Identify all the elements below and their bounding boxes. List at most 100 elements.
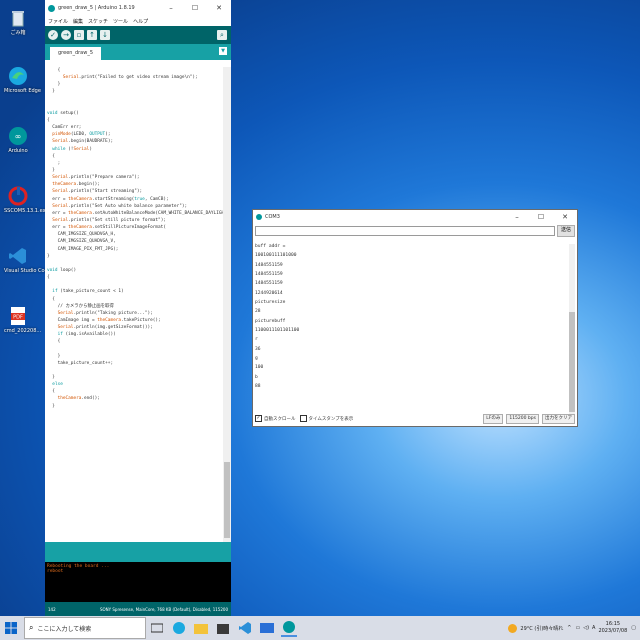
save-icon[interactable]: ↓	[100, 30, 110, 40]
desktop-icon-recycle-bin[interactable]: ごみ箱	[4, 8, 32, 36]
open-icon[interactable]: ↑	[87, 30, 97, 40]
minimize-icon[interactable]: –	[159, 4, 183, 12]
edge-taskbar-icon[interactable]	[171, 620, 187, 636]
windows-start-icon[interactable]	[3, 620, 19, 636]
maximize-icon[interactable]: ☐	[183, 4, 207, 12]
board-info: SONY Spresense, MainCore, 768 KB (Defaul…	[99, 606, 228, 612]
search-icon: ⌕	[29, 623, 34, 632]
code-line: Serial.println(img.getSizeFormat());	[57, 325, 153, 331]
code-line: if (take_picture_count < 1)	[52, 289, 124, 295]
code-line: theCamera.begin();	[52, 182, 100, 188]
code-editor[interactable]: { Serial.print("Failed to get video stre…	[45, 67, 223, 542]
code-line: CAM_IMAGE_PIX_FMT_JPG);	[47, 246, 119, 252]
code-line: if (img.isAvailable())	[57, 332, 116, 338]
serial-output-line: 88	[255, 384, 261, 390]
serial-output-line: 1484551159	[255, 262, 283, 268]
serial-output-line: buff addr =	[255, 244, 286, 249]
code-line: Serial.begin(BAUDRATE);	[52, 139, 114, 145]
code-line: else	[52, 382, 63, 388]
close-icon[interactable]: ✕	[207, 4, 231, 12]
code-line: }	[47, 353, 61, 359]
upload-icon[interactable]: →	[61, 30, 71, 40]
serial-monitor-icon[interactable]: ⌕	[217, 30, 227, 40]
search-placeholder: ここに入力して検索	[37, 625, 92, 633]
ide-status-area	[45, 542, 231, 562]
clock[interactable]: 16:15 2023/07/08	[598, 621, 627, 635]
serial-scrollbar[interactable]	[569, 244, 575, 416]
line-ending-select[interactable]: LFのみ	[483, 413, 504, 424]
code-line: while (!Serial)	[52, 146, 92, 152]
vscode-taskbar-icon[interactable]	[237, 620, 253, 636]
clock-time: 16:15	[605, 621, 621, 627]
menu-tools[interactable]: ツール	[113, 18, 128, 25]
code-line: }	[47, 375, 55, 381]
code-line: {	[47, 117, 50, 123]
code-line: theCamera.end();	[57, 396, 100, 402]
timestamp-checkbox[interactable]	[299, 415, 307, 422]
desktop-icon-label: SSCOM5.13.1.exe	[4, 208, 49, 214]
ide-tabbar: green_draw_5 ▼	[45, 44, 231, 60]
arduino-ide-window: green_draw_5 | Arduino 1.8.19 – ☐ ✕ ファイル…	[45, 0, 231, 616]
verify-icon[interactable]: ✓	[48, 30, 58, 40]
new-icon[interactable]: ▫	[74, 30, 84, 40]
code-line: CamErr err;	[47, 125, 82, 131]
desktop-icon-label: Visual Studio Code	[4, 268, 51, 274]
code-line: CAM_IMGSIZE_QUADVGA_H,	[47, 232, 116, 238]
desktop-icon-edge[interactable]: Microsoft Edge	[4, 66, 41, 94]
autoscroll-checkbox[interactable]: ✓	[255, 415, 262, 422]
editor-scroll-thumb[interactable]	[224, 462, 230, 538]
close-icon[interactable]: ✕	[553, 213, 577, 221]
serial-scroll-thumb[interactable]	[569, 312, 575, 412]
send-button[interactable]: 送信	[557, 225, 575, 237]
explorer-icon[interactable]	[193, 620, 209, 636]
code-line: CamImage img = theCamera.takePicture();	[47, 317, 161, 323]
code-line: Serial.println("Start streaming");	[52, 189, 143, 195]
desktop-icon-sscom[interactable]: SSCOM5.13.1.exe	[4, 186, 49, 214]
taskbar-search[interactable]: ⌕ ここに入力して検索	[24, 617, 146, 639]
code-line: void setup()	[47, 110, 79, 116]
code-line: {	[47, 275, 50, 281]
clear-output-button[interactable]: 出力をクリア	[542, 413, 575, 424]
code-line: Serial.print("Failed to get video stream…	[62, 75, 198, 81]
ime-icon[interactable]: A	[592, 625, 595, 631]
taskbar: ⌕ ここに入力して検索 29°C (引)時々晴れ ^ ▭ ◁) A 16:15 …	[0, 616, 640, 640]
tab-sketch[interactable]: green_draw_5	[50, 47, 102, 60]
maximize-icon[interactable]: ☐	[529, 213, 553, 221]
ide-title: green_draw_5 | Arduino 1.8.19	[58, 5, 135, 11]
serial-output-line: 36	[255, 346, 261, 352]
menu-file[interactable]: ファイル	[48, 18, 68, 25]
menu-edit[interactable]: 編集	[73, 18, 83, 25]
minimize-icon[interactable]: –	[505, 213, 529, 221]
tray-chevron-icon[interactable]: ^	[567, 625, 571, 631]
serial-output-line: picturesize	[255, 300, 286, 306]
code-line: {	[47, 153, 55, 159]
network-icon[interactable]: ▭	[575, 625, 580, 631]
code-line: {	[47, 296, 55, 302]
task-view-icon[interactable]	[149, 620, 165, 636]
store-icon[interactable]	[215, 620, 231, 636]
desktop-icon-vscode[interactable]: Visual Studio Code	[4, 246, 51, 274]
baud-select[interactable]: 115200 bps	[506, 413, 539, 424]
mail-icon[interactable]	[259, 620, 275, 636]
weather-icon	[508, 623, 518, 633]
volume-icon[interactable]: ◁)	[583, 625, 589, 631]
notification-icon[interactable]: ▢	[631, 625, 636, 631]
arduino-taskbar-icon[interactable]	[281, 619, 297, 637]
ide-toolbar: ✓ → ▫ ↑ ↓ ⌕	[45, 26, 231, 44]
edge-icon	[8, 66, 28, 86]
menu-help[interactable]: ヘルプ	[133, 18, 148, 25]
tab-menu-icon[interactable]: ▼	[219, 47, 227, 55]
code-line: }	[47, 82, 61, 88]
editor-scrollbar[interactable]	[223, 67, 231, 542]
desktop-icon-label: Arduino	[8, 148, 28, 154]
desktop-icon-arduino[interactable]: ∞ Arduino	[4, 126, 32, 154]
serial-input[interactable]	[255, 226, 555, 236]
serial-output-line: picturebuff	[255, 318, 286, 324]
serial-output-line: b	[255, 374, 258, 380]
menu-sketch[interactable]: スケッチ	[88, 18, 108, 25]
serial-monitor-window: COM3 – ☐ ✕ 送信 buff addr = 100100111101000…	[252, 209, 578, 427]
desktop-icon-pdf[interactable]: PDF cmd_202208...	[4, 306, 41, 334]
